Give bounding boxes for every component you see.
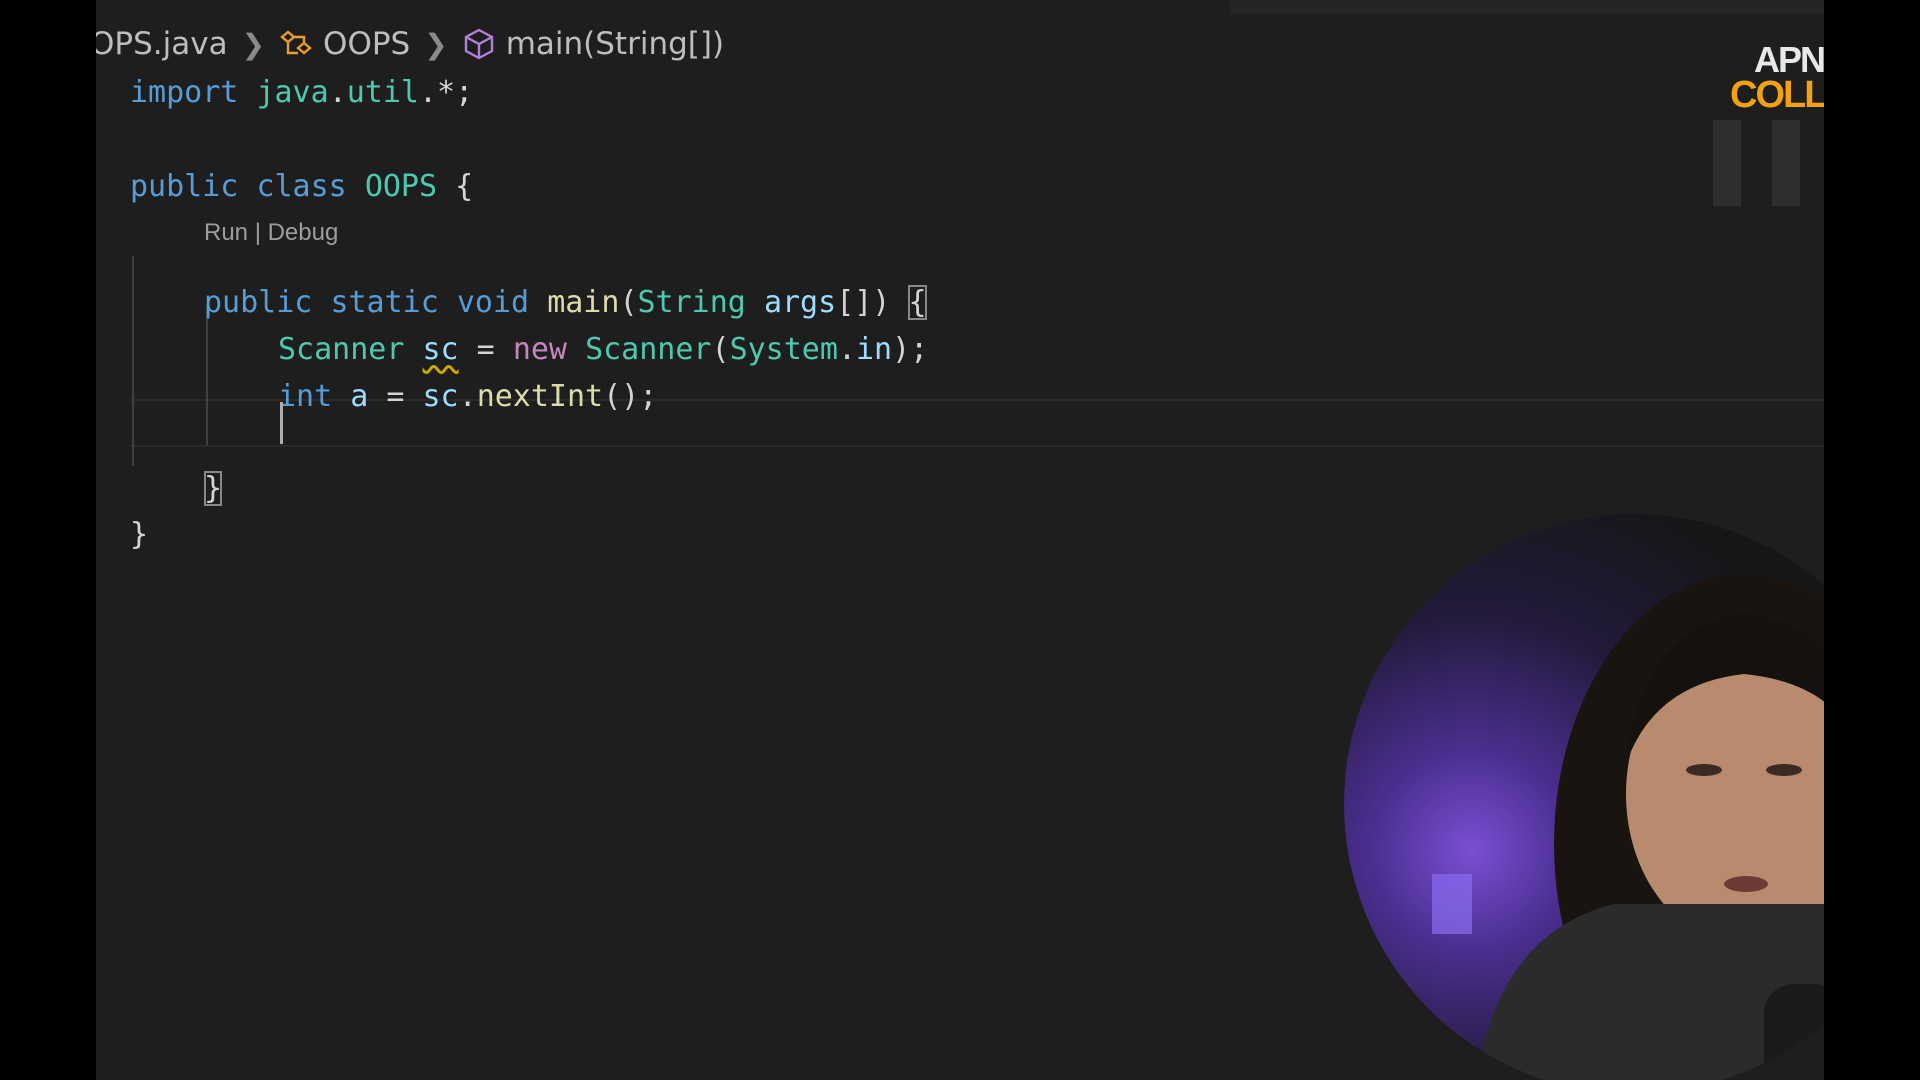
chevron-right-icon: ❯ (424, 27, 448, 61)
video-letterbox-right (1824, 0, 1920, 1080)
code-line-1: import java.util.*; (130, 70, 473, 116)
token-type: Scanner (278, 332, 405, 367)
presenter-video (1432, 574, 1824, 1080)
pause-icon (1772, 120, 1800, 206)
token-keyword: class (256, 169, 347, 204)
code-editor[interactable]: OPS.java ❯ OOPS ❯ main(String[]) import … (96, 0, 1824, 1080)
token-operator: = (368, 379, 423, 414)
code-line-8: } (204, 466, 223, 512)
token-punct: . (328, 75, 347, 110)
token-punct: []) (836, 285, 909, 320)
indent-guide (132, 256, 134, 466)
token-keyword: int (278, 379, 333, 414)
token-type: String (637, 285, 746, 320)
token-brace: } (130, 517, 149, 552)
tab-bar-shadow (1230, 0, 1824, 14)
token-variable-warning: sc (422, 332, 459, 367)
webcam-overlay (1344, 514, 1824, 1080)
token-keyword: void (456, 285, 530, 320)
logo-line-2: COLL (1730, 74, 1824, 116)
code-line-3: public class OOPS { (130, 164, 473, 210)
token-punct: ( (711, 332, 730, 367)
breadcrumb-file-label: OPS.java (96, 26, 228, 62)
token-keyword: new (512, 332, 567, 367)
text-cursor (280, 402, 283, 444)
token-punct: (); (603, 379, 658, 414)
breadcrumb: OPS.java ❯ OOPS ❯ main(String[]) (96, 18, 724, 70)
tab-bar-edge (96, 0, 1824, 14)
token-keyword: public (130, 169, 239, 204)
token-param: args (763, 285, 837, 320)
indent-guide (206, 305, 208, 445)
token-keyword: import (130, 75, 239, 110)
token-package: java (256, 75, 329, 110)
logo-line-1: APN (1754, 39, 1824, 80)
token-function: main (547, 285, 620, 320)
token-punct: .*; (419, 75, 474, 110)
token-brace: { (455, 169, 474, 204)
code-line-9: } (130, 512, 148, 558)
token-package: util (346, 75, 419, 110)
token-variable: sc (422, 379, 459, 414)
breadcrumb-method-label: main(String[]) (505, 26, 725, 62)
breadcrumb-class-label: OOPS (323, 26, 411, 62)
token-function: nextInt (476, 379, 604, 414)
breadcrumb-class[interactable]: OOPS (279, 26, 410, 62)
channel-logo: APN COLL (1730, 38, 1824, 118)
token-operator: = (458, 332, 513, 367)
token-type: Scanner (585, 332, 712, 367)
token-brace-matched: { (908, 285, 927, 320)
token-class-name: OOPS (364, 169, 438, 204)
token-punct: ( (619, 285, 638, 320)
breadcrumb-method[interactable]: main(String[]) (462, 26, 724, 62)
chevron-right-icon: ❯ (241, 27, 266, 61)
token-field: in (856, 332, 893, 367)
code-line-6: int a = sc.nextInt(); (278, 374, 657, 420)
pause-icon (1713, 120, 1741, 206)
token-keyword: public (204, 285, 313, 320)
token-punct: . (458, 379, 477, 414)
class-icon (280, 30, 312, 55)
breadcrumb-file[interactable]: OPS.java (96, 26, 228, 62)
token-keyword: static (330, 285, 439, 320)
codelens-run-debug[interactable]: Run | Debug (204, 219, 338, 247)
token-brace-matched: } (204, 471, 223, 506)
token-punct: ); (892, 332, 929, 367)
token-variable: a (350, 379, 369, 414)
method-cube-icon (464, 28, 493, 60)
token-type: System (729, 332, 838, 367)
code-line-5: Scanner sc = new Scanner(System.in); (278, 327, 928, 373)
code-line-4: public static void main(String args[]) { (204, 280, 927, 326)
token-punct: . (837, 332, 856, 367)
